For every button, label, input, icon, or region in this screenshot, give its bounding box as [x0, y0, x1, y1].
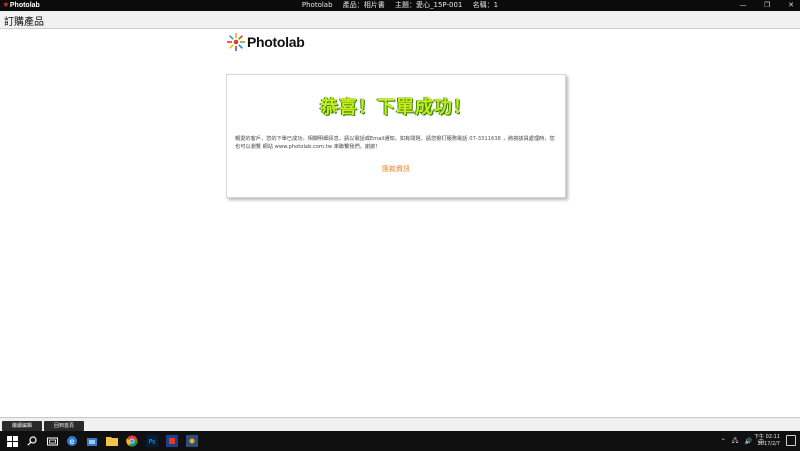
- svg-text:Ps: Ps: [149, 439, 156, 446]
- window-title-name: 名稱：1: [472, 1, 499, 9]
- windows-taskbar: e Ps ⌃ 🖧 🔊 中 下午 02:11 2017/2/7: [0, 431, 800, 451]
- svg-text:e: e: [70, 437, 75, 446]
- task-view-icon[interactable]: [44, 433, 60, 449]
- system-clock[interactable]: 下午 02:11 2017/2/7: [754, 434, 780, 448]
- success-message-part1: 親愛的客戶，您的下單已成功，相關明細訊息，請以電話或Email通知，如有問題，請…: [235, 136, 468, 142]
- window-title-product: 產品：相片書: [342, 1, 385, 9]
- clock-date: 2017/2/7: [757, 441, 780, 447]
- window-controls: — ❐ ✕: [738, 0, 796, 11]
- file-explorer-icon[interactable]: [104, 433, 120, 449]
- service-phone: 07-3311638: [469, 136, 501, 142]
- continue-editing-button[interactable]: 繼續編輯: [2, 421, 42, 431]
- start-icon[interactable]: [4, 433, 20, 449]
- payment-info-link[interactable]: 匯款資訊: [227, 164, 565, 174]
- edge-icon[interactable]: e: [64, 433, 80, 449]
- tray-up-arrow-icon[interactable]: ⌃: [721, 438, 726, 445]
- restore-icon[interactable]: ❐: [762, 1, 772, 10]
- app-icon-blue[interactable]: [164, 433, 180, 449]
- window-title: Photolab 產品：相片書 主題：愛心_15P-001 名稱：1: [0, 0, 800, 11]
- back-home-button[interactable]: 回到首頁: [44, 421, 84, 431]
- close-icon[interactable]: ✕: [786, 1, 796, 10]
- search-icon[interactable]: [24, 433, 40, 449]
- photoshop-icon[interactable]: Ps: [144, 433, 160, 449]
- window-titlebar: ✶Photolab Photolab 產品：相片書 主題：愛心_15P-001 …: [0, 0, 800, 11]
- page-header: 訂購產品: [0, 11, 800, 29]
- clock-time: 下午 02:11: [754, 434, 780, 440]
- network-icon[interactable]: 🖧: [732, 436, 739, 446]
- photolab-logo-text: Photolab: [247, 34, 305, 50]
- photolab-logo: Photolab: [226, 31, 305, 53]
- chrome-icon[interactable]: [124, 433, 140, 449]
- success-title: 恭喜！下單成功！: [320, 97, 472, 118]
- success-message: 親愛的客戶，您的下單已成功，相關明細訊息，請以電話或Email通知，如有問題，請…: [235, 135, 555, 151]
- photolab-sun-icon: [227, 33, 245, 51]
- bottom-action-bar: 繼續編輯 回到首頁: [0, 417, 800, 431]
- window-title-main: Photolab: [301, 1, 333, 9]
- volume-icon[interactable]: 🔊: [745, 438, 752, 445]
- photolab-app-icon[interactable]: [184, 433, 200, 449]
- window-title-theme: 主題：愛心_15P-001: [395, 1, 463, 9]
- minimize-icon[interactable]: —: [738, 1, 748, 10]
- page-title: 訂購產品: [4, 17, 44, 28]
- store-icon[interactable]: [84, 433, 100, 449]
- notification-center-icon[interactable]: [786, 435, 796, 446]
- order-success-card: 恭喜！下單成功！ 親愛的客戶，您的下單已成功，相關明細訊息，請以電話或Email…: [226, 74, 566, 198]
